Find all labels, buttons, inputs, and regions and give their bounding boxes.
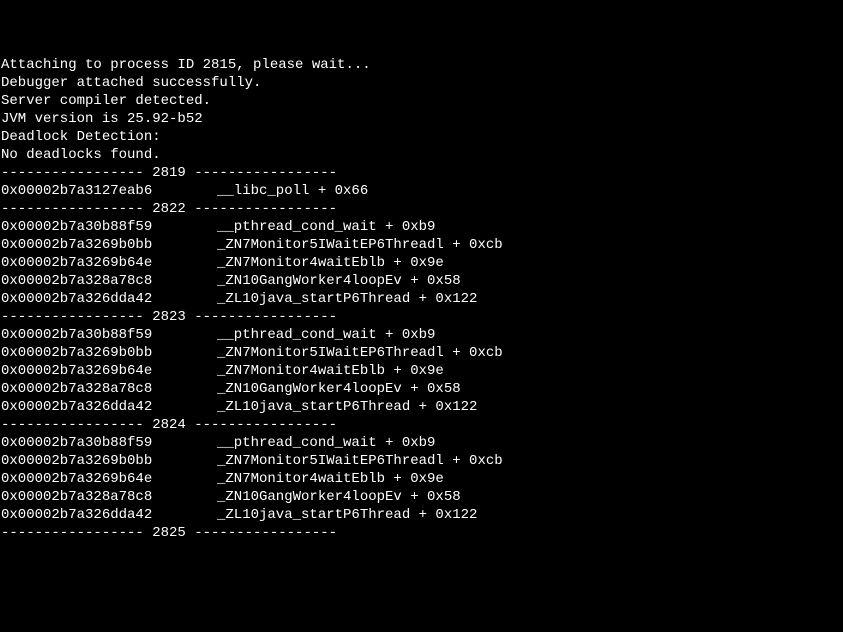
frame-address: 0x00002b7a30b88f59 — [1, 326, 169, 344]
frame-symbol: __pthread_cond_wait + 0xb9 — [217, 435, 435, 451]
debugger-attached-message: Debugger attached successfully. — [1, 74, 843, 92]
frame-address: 0x00002b7a3127eab6 — [1, 182, 169, 200]
frame-symbol: _ZL10java_startP6Thread + 0x122 — [217, 399, 477, 415]
jvm-version: JVM version is 25.92-b52 — [1, 110, 843, 128]
frame-symbol: _ZL10java_startP6Thread + 0x122 — [217, 291, 477, 307]
thread-separator: ----------------- 2822 ----------------- — [1, 200, 843, 218]
stack-frame: 0x00002b7a3269b64e _ZN7Monitor4waitEblb +… — [1, 254, 843, 272]
frame-symbol: _ZL10java_startP6Thread + 0x122 — [217, 507, 477, 523]
frame-address: 0x00002b7a30b88f59 — [1, 218, 169, 236]
stack-frame: 0x00002b7a3269b64e _ZN7Monitor4waitEblb +… — [1, 362, 843, 380]
frame-symbol: __pthread_cond_wait + 0xb9 — [217, 327, 435, 343]
stack-frame: 0x00002b7a326dda42 _ZL10java_startP6Threa… — [1, 398, 843, 416]
frame-address: 0x00002b7a3269b64e — [1, 254, 169, 272]
frame-symbol: __libc_poll + 0x66 — [217, 183, 368, 199]
frame-address: 0x00002b7a3269b0bb — [1, 236, 169, 254]
frame-address: 0x00002b7a3269b64e — [1, 362, 169, 380]
frame-address: 0x00002b7a326dda42 — [1, 290, 169, 308]
frame-symbol: _ZN7Monitor4waitEblb + 0x9e — [217, 471, 444, 487]
frame-address: 0x00002b7a30b88f59 — [1, 434, 169, 452]
frame-address: 0x00002b7a328a78c8 — [1, 488, 169, 506]
frame-symbol: _ZN7Monitor5IWaitEP6Threadl + 0xcb — [217, 453, 503, 469]
stack-frame: 0x00002b7a328a78c8 _ZN10GangWorker4loopEv… — [1, 380, 843, 398]
thread-separator: ----------------- 2824 ----------------- — [1, 416, 843, 434]
frame-address: 0x00002b7a328a78c8 — [1, 380, 169, 398]
frame-address: 0x00002b7a326dda42 — [1, 398, 169, 416]
stack-frame: 0x00002b7a328a78c8 _ZN10GangWorker4loopEv… — [1, 272, 843, 290]
frame-address: 0x00002b7a328a78c8 — [1, 272, 169, 290]
stack-frame: 0x00002b7a3127eab6 __libc_poll + 0x66 — [1, 182, 843, 200]
frame-symbol: _ZN7Monitor5IWaitEP6Threadl + 0xcb — [217, 345, 503, 361]
stack-frame: 0x00002b7a30b88f59 __pthread_cond_wait + … — [1, 434, 843, 452]
frame-address: 0x00002b7a3269b0bb — [1, 452, 169, 470]
frame-symbol: __pthread_cond_wait + 0xb9 — [217, 219, 435, 235]
frame-symbol: _ZN10GangWorker4loopEv + 0x58 — [217, 489, 461, 505]
stack-frame: 0x00002b7a3269b0bb _ZN7Monitor5IWaitEP6Th… — [1, 344, 843, 362]
thread-separator: ----------------- 2825 ----------------- — [1, 524, 843, 542]
frame-symbol: _ZN7Monitor5IWaitEP6Threadl + 0xcb — [217, 237, 503, 253]
stack-frame: 0x00002b7a326dda42 _ZL10java_startP6Threa… — [1, 506, 843, 524]
frame-address: 0x00002b7a3269b0bb — [1, 344, 169, 362]
stack-frame: 0x00002b7a328a78c8 _ZN10GangWorker4loopEv… — [1, 488, 843, 506]
deadlock-detection-title: Deadlock Detection: — [1, 128, 843, 146]
thread-separator: ----------------- 2823 ----------------- — [1, 308, 843, 326]
stack-frame: 0x00002b7a3269b64e _ZN7Monitor4waitEblb +… — [1, 470, 843, 488]
attach-message: Attaching to process ID 2815, please wai… — [1, 56, 843, 74]
stack-frame: 0x00002b7a3269b0bb _ZN7Monitor5IWaitEP6Th… — [1, 236, 843, 254]
stack-frame: 0x00002b7a3269b0bb _ZN7Monitor5IWaitEP6Th… — [1, 452, 843, 470]
stack-frame: 0x00002b7a326dda42 _ZL10java_startP6Threa… — [1, 290, 843, 308]
stack-frame: 0x00002b7a30b88f59 __pthread_cond_wait + … — [1, 326, 843, 344]
stack-frame: 0x00002b7a30b88f59 __pthread_cond_wait + … — [1, 218, 843, 236]
frame-symbol: _ZN7Monitor4waitEblb + 0x9e — [217, 363, 444, 379]
thread-separator: ----------------- 2819 ----------------- — [1, 164, 843, 182]
frame-symbol: _ZN10GangWorker4loopEv + 0x58 — [217, 273, 461, 289]
deadlock-result: No deadlocks found. — [1, 146, 843, 164]
frame-address: 0x00002b7a326dda42 — [1, 506, 169, 524]
frame-symbol: _ZN7Monitor4waitEblb + 0x9e — [217, 255, 444, 271]
frame-symbol: _ZN10GangWorker4loopEv + 0x58 — [217, 381, 461, 397]
terminal-output: Attaching to process ID 2815, please wai… — [1, 56, 843, 542]
compiler-detected-message: Server compiler detected. — [1, 92, 843, 110]
frame-address: 0x00002b7a3269b64e — [1, 470, 169, 488]
